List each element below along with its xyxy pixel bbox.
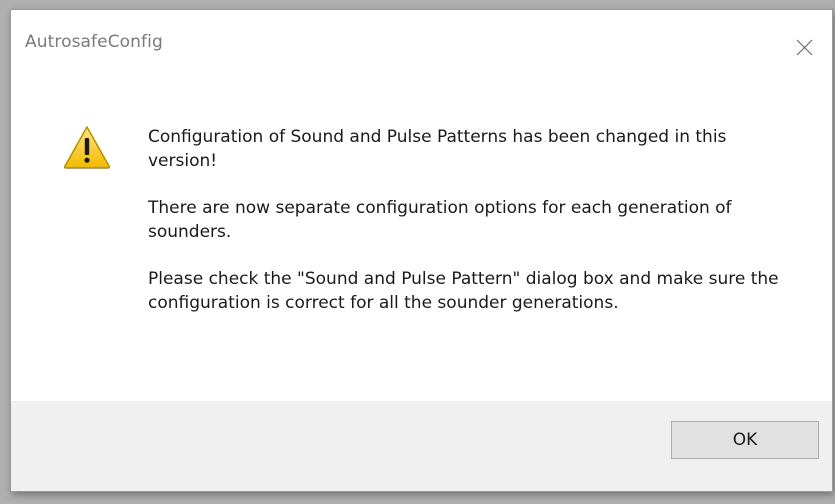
close-icon xyxy=(796,39,812,55)
ok-button[interactable]: OK xyxy=(671,421,819,459)
close-button[interactable] xyxy=(776,10,832,84)
desktop-background: AutrosafeConfig Configuration of Sound a… xyxy=(0,0,835,504)
message-text: Configuration of Sound and Pulse Pattern… xyxy=(148,125,788,338)
window-title: AutrosafeConfig xyxy=(25,32,163,52)
message-paragraph-1: Configuration of Sound and Pulse Pattern… xyxy=(148,127,727,171)
message-paragraph-3: Please check the "Sound and Pulse Patter… xyxy=(148,269,779,313)
dialog-footer: OK xyxy=(11,401,832,491)
title-bar[interactable]: AutrosafeConfig xyxy=(11,10,832,84)
message-paragraph-2: There are now separate configuration opt… xyxy=(148,198,732,242)
warning-icon xyxy=(63,126,111,169)
message-dialog: AutrosafeConfig Configuration of Sound a… xyxy=(10,9,833,492)
dialog-content: Configuration of Sound and Pulse Pattern… xyxy=(11,84,832,402)
